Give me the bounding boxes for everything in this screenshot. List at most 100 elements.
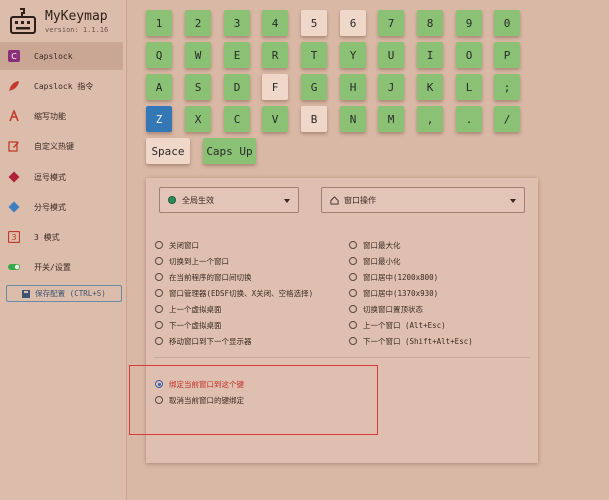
key[interactable]: K	[417, 74, 443, 100]
radio-button[interactable]	[349, 273, 357, 281]
keyboard-logo-icon	[10, 8, 36, 34]
key[interactable]: 1	[146, 10, 172, 36]
key[interactable]: ;	[494, 74, 520, 100]
sidebar-item-3[interactable]: 自定义热键	[0, 132, 123, 160]
key[interactable]: T	[301, 42, 327, 68]
radio-button[interactable]	[155, 321, 163, 329]
radio-option[interactable]: 窗口居中(1370x930)	[349, 286, 438, 300]
radio-option[interactable]: 上一个虚拟桌面	[155, 302, 222, 316]
key[interactable]: /	[494, 106, 520, 132]
sidebar-item-5[interactable]: 分号模式	[0, 193, 123, 221]
diamond-icon	[8, 171, 20, 183]
radio-button[interactable]	[349, 321, 357, 329]
key[interactable]: 4	[262, 10, 288, 36]
key[interactable]: O	[456, 42, 482, 68]
key[interactable]: P	[494, 42, 520, 68]
radio-button[interactable]	[155, 337, 163, 345]
divider	[154, 357, 530, 358]
radio-button[interactable]	[349, 257, 357, 265]
radio-button[interactable]	[349, 337, 357, 345]
sidebar-item-label: 自定义热键	[34, 141, 74, 151]
key[interactable]: 7	[378, 10, 404, 36]
key[interactable]: I	[417, 42, 443, 68]
space-key[interactable]: Space	[146, 138, 190, 164]
key[interactable]: U	[378, 42, 404, 68]
radio-button[interactable]	[155, 380, 163, 388]
key[interactable]: R	[262, 42, 288, 68]
scope-select[interactable]: 全局生效	[159, 187, 299, 213]
radio-option-label: 关闭窗口	[169, 240, 199, 250]
key[interactable]: D	[224, 74, 250, 100]
key[interactable]: 8	[417, 10, 443, 36]
radio-option-label: 绑定当前窗口到这个键	[169, 379, 244, 389]
radio-button[interactable]	[349, 241, 357, 249]
key[interactable]: Q	[146, 42, 172, 68]
save-config-button[interactable]: 保存配置 (CTRL+S)	[6, 285, 122, 302]
sidebar-item-label: 逗号模式	[34, 172, 66, 182]
sidebar-item-4[interactable]: 逗号模式	[0, 163, 123, 191]
key[interactable]: C	[224, 106, 250, 132]
key[interactable]: 0	[494, 10, 520, 36]
key[interactable]: J	[378, 74, 404, 100]
radio-button[interactable]	[155, 273, 163, 281]
globe-icon	[168, 196, 176, 204]
radio-option[interactable]: 在当前程序的窗口间切换	[155, 270, 252, 284]
radio-option[interactable]: 移动窗口到下一个显示器	[155, 334, 252, 348]
key[interactable]: A	[146, 74, 172, 100]
radio-option[interactable]: 切换到上一个窗口	[155, 254, 229, 268]
key[interactable]: L	[456, 74, 482, 100]
key[interactable]: 6	[340, 10, 366, 36]
radio-option[interactable]: 上一个窗口 (Alt+Esc)	[349, 318, 446, 332]
radio-button[interactable]	[349, 289, 357, 297]
radio-option[interactable]: 切换窗口置顶状态	[349, 302, 423, 316]
radio-option[interactable]: 关闭窗口	[155, 238, 199, 252]
key[interactable]: F	[262, 74, 288, 100]
radio-option-label: 窗口居中(1370x930)	[363, 288, 439, 298]
app-title: MyKeymap	[45, 9, 108, 24]
radio-option[interactable]: 下一个窗口 (Shift+Alt+Esc)	[349, 334, 473, 348]
key[interactable]: 9	[456, 10, 482, 36]
category-select[interactable]: 窗口操作	[321, 187, 525, 213]
sidebar-item-0[interactable]: C Capslock	[0, 42, 123, 70]
radio-button[interactable]	[155, 289, 163, 297]
sidebar-item-2[interactable]: 缩写功能	[0, 102, 123, 130]
radio-option[interactable]: 取消当前窗口的键绑定	[155, 393, 244, 407]
save-config-label: 保存配置 (CTRL+S)	[35, 289, 106, 298]
key[interactable]: S	[185, 74, 211, 100]
radio-option[interactable]: 绑定当前窗口到这个键	[155, 377, 244, 391]
key[interactable]: Y	[340, 42, 366, 68]
radio-option[interactable]: 窗口最小化	[349, 254, 401, 268]
caps-up-key[interactable]: Caps Up	[203, 138, 256, 164]
key[interactable]: 3	[224, 10, 250, 36]
sidebar-item-6[interactable]: 3 3 模式	[0, 223, 123, 251]
key[interactable]: 5	[301, 10, 327, 36]
key[interactable]: H	[340, 74, 366, 100]
radio-button[interactable]	[155, 396, 163, 404]
key[interactable]: M	[378, 106, 404, 132]
key[interactable]: W	[185, 42, 211, 68]
radio-button[interactable]	[155, 257, 163, 265]
radio-option-label: 切换窗口置顶状态	[363, 304, 423, 314]
radio-option[interactable]: 窗口居中(1200x800)	[349, 270, 438, 284]
radio-option[interactable]: 窗口最大化	[349, 238, 401, 252]
key[interactable]: 2	[185, 10, 211, 36]
key[interactable]: G	[301, 74, 327, 100]
radio-option[interactable]: 下一个虚拟桌面	[155, 318, 222, 332]
key[interactable]: N	[340, 106, 366, 132]
radio-option-label: 取消当前窗口的键绑定	[169, 395, 244, 405]
key[interactable]: ,	[417, 106, 443, 132]
key[interactable]: E	[224, 42, 250, 68]
radio-button[interactable]	[155, 241, 163, 249]
radio-option[interactable]: 窗口管理器(EDSF切换、X关闭、空格选择)	[155, 286, 313, 300]
radio-button[interactable]	[349, 305, 357, 313]
sidebar-item-1[interactable]: Capslock 指令	[0, 72, 123, 100]
key[interactable]: Z	[146, 106, 172, 132]
sidebar-item-7[interactable]: 开关/设置	[0, 253, 123, 281]
key[interactable]: .	[456, 106, 482, 132]
key[interactable]: V	[262, 106, 288, 132]
key[interactable]: B	[301, 106, 327, 132]
sidebar-item-label: 分号模式	[34, 202, 66, 212]
diamond-icon	[8, 201, 20, 213]
key[interactable]: X	[185, 106, 211, 132]
radio-button[interactable]	[155, 305, 163, 313]
